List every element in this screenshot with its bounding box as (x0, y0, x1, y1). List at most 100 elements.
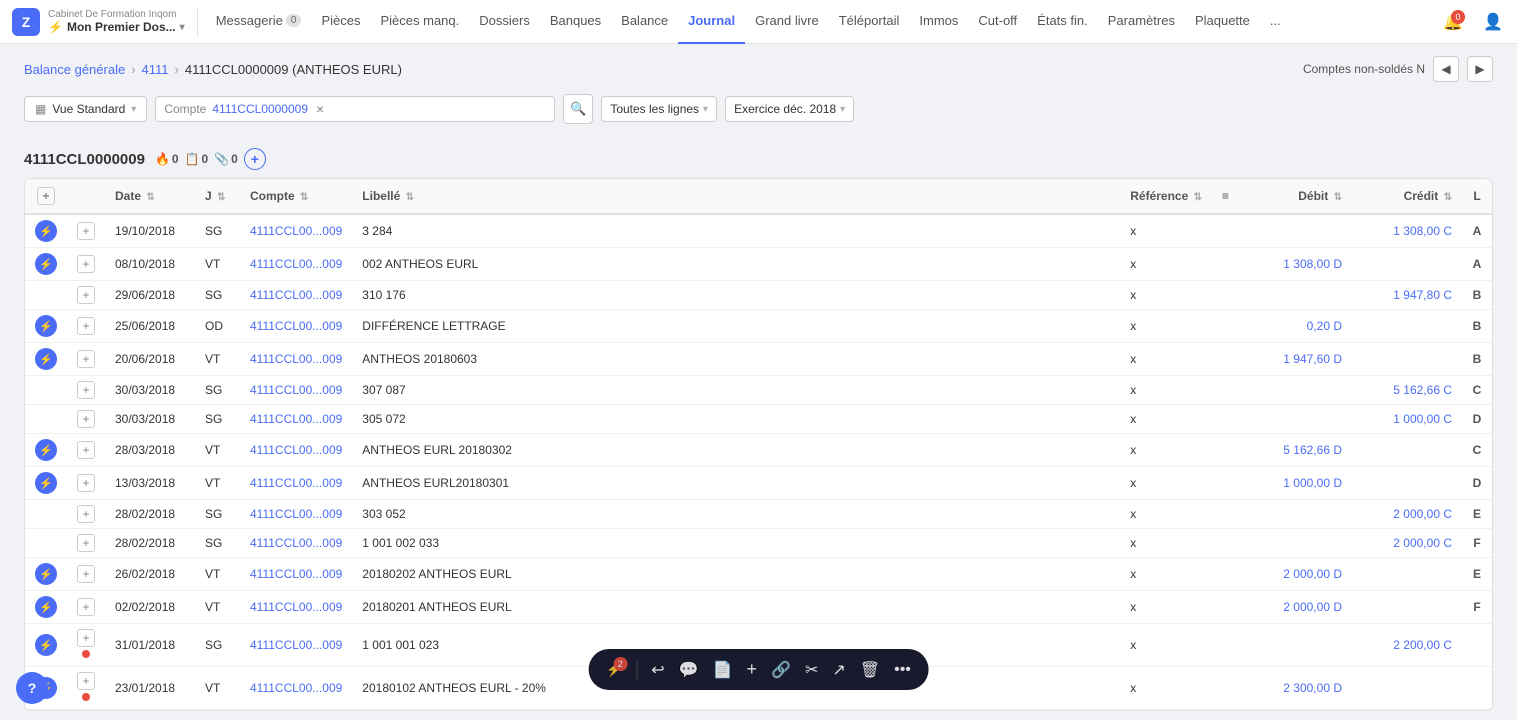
lightning-button[interactable]: ⚡ (35, 348, 57, 370)
lightning-button[interactable]: ⚡ (35, 253, 57, 275)
row-date[interactable]: 08/10/2018 (105, 248, 195, 281)
row-date[interactable]: 02/02/2018 (105, 591, 195, 624)
row-date[interactable]: 29/06/2018 (105, 281, 195, 310)
bottom-delete-button[interactable]: 🗑 (860, 660, 880, 680)
bottom-expand-button[interactable]: ↗ (832, 660, 845, 680)
col-header-libelle[interactable]: Libellé ⇅ (352, 179, 1120, 214)
row-date[interactable]: 28/02/2018 (105, 529, 195, 558)
exercice-select[interactable]: Exercice déc. 2018 ▾ (725, 96, 854, 122)
breadcrumb-4111[interactable]: 4111 (142, 62, 169, 77)
col-header-credit[interactable]: Crédit ⇅ (1352, 179, 1462, 214)
row-plus-button[interactable]: + (77, 381, 95, 399)
nav-dossiers[interactable]: Dossiers (469, 0, 540, 44)
nav-cut-off[interactable]: Cut-off (968, 0, 1027, 44)
row-plus-button[interactable]: + (77, 629, 95, 647)
breadcrumb-balance-generale[interactable]: Balance générale (24, 62, 125, 77)
lightning-button[interactable]: ⚡ (35, 563, 57, 585)
nav-plaquette[interactable]: Plaquette (1185, 0, 1260, 44)
next-account-button[interactable]: ▶ (1467, 56, 1493, 82)
col-header-compte[interactable]: Compte ⇅ (240, 179, 352, 214)
row-compte[interactable]: 4111CCL00...009 (240, 310, 352, 343)
bottom-undo-button[interactable]: ↩ (651, 660, 664, 680)
nav-teleportail[interactable]: Téléportail (829, 0, 910, 44)
nav-balance[interactable]: Balance (611, 0, 678, 44)
nav-immos[interactable]: Immos (909, 0, 968, 44)
row-plus-button[interactable]: + (77, 505, 95, 523)
col-header-date[interactable]: Date ⇅ (105, 179, 195, 214)
row-compte[interactable]: 4111CCL00...009 (240, 624, 352, 667)
lightning-button[interactable]: ⚡ (35, 220, 57, 242)
row-compte[interactable]: 4111CCL00...009 (240, 405, 352, 434)
nav-messagerie[interactable]: Messagerie 0 (206, 0, 312, 44)
row-compte[interactable]: 4111CCL00...009 (240, 281, 352, 310)
row-plus-button[interactable]: + (77, 441, 95, 459)
row-plus-button[interactable]: + (77, 255, 95, 273)
logo-area[interactable]: Z Cabinet De Formation Inqom ⚡ Mon Premi… (8, 8, 198, 36)
notification-button[interactable]: 🔔 0 (1437, 6, 1469, 38)
row-plus-button[interactable]: + (77, 474, 95, 492)
row-plus-button[interactable]: + (77, 672, 95, 690)
nav-pieces[interactable]: Pièces (311, 0, 370, 44)
row-compte[interactable]: 4111CCL00...009 (240, 376, 352, 405)
nav-grand-livre[interactable]: Grand livre (745, 0, 829, 44)
row-compte[interactable]: 4111CCL00...009 (240, 214, 352, 248)
add-action-button[interactable]: + (244, 148, 266, 170)
row-date[interactable]: 19/10/2018 (105, 214, 195, 248)
bottom-add-button[interactable]: + (747, 659, 758, 680)
nav-journal[interactable]: Journal (678, 0, 745, 44)
row-date[interactable]: 28/02/2018 (105, 500, 195, 529)
row-plus-button[interactable]: + (77, 317, 95, 335)
row-date[interactable]: 31/01/2018 (105, 624, 195, 667)
col-header-reference[interactable]: Référence ⇅ (1120, 179, 1212, 214)
row-date[interactable]: 30/03/2018 (105, 376, 195, 405)
row-date[interactable]: 23/01/2018 (105, 667, 195, 710)
lightning-button[interactable]: ⚡ (35, 596, 57, 618)
nav-more[interactable]: ... (1260, 0, 1291, 44)
row-plus-button[interactable]: + (77, 565, 95, 583)
row-compte[interactable]: 4111CCL00...009 (240, 558, 352, 591)
clear-compte-button[interactable]: × (316, 101, 324, 117)
lightning-button[interactable]: ⚡ (35, 439, 57, 461)
row-date[interactable]: 13/03/2018 (105, 467, 195, 500)
col-header-j[interactable]: J ⇅ (195, 179, 240, 214)
row-date[interactable]: 26/02/2018 (105, 558, 195, 591)
row-plus-button[interactable]: + (77, 286, 95, 304)
row-date[interactable]: 28/03/2018 (105, 434, 195, 467)
lightning-button[interactable]: ⚡ (35, 315, 57, 337)
row-compte[interactable]: 4111CCL00...009 (240, 434, 352, 467)
add-row-button[interactable]: + (37, 187, 55, 205)
nav-etats-fin[interactable]: États fin. (1027, 0, 1098, 44)
col-header-debit[interactable]: Débit ⇅ (1242, 179, 1352, 214)
row-date[interactable]: 25/06/2018 (105, 310, 195, 343)
prev-account-button[interactable]: ◀ (1433, 56, 1459, 82)
nav-banques[interactable]: Banques (540, 0, 611, 44)
row-compte[interactable]: 4111CCL00...009 (240, 248, 352, 281)
help-button[interactable]: ? (16, 672, 48, 704)
row-plus-button[interactable]: + (77, 410, 95, 428)
row-compte[interactable]: 4111CCL00...009 (240, 500, 352, 529)
vue-standard-button[interactable]: ▦ Vue Standard ▾ (24, 96, 147, 122)
row-compte[interactable]: 4111CCL00...009 (240, 667, 352, 710)
lightning-button[interactable]: ⚡ (35, 472, 57, 494)
bottom-scissors-button[interactable]: ✂ (805, 660, 818, 680)
user-avatar[interactable]: 👤 (1477, 6, 1509, 38)
nav-parametres[interactable]: Paramètres (1098, 0, 1185, 44)
row-date[interactable]: 20/06/2018 (105, 343, 195, 376)
lightning-button[interactable]: ⚡ (35, 634, 57, 656)
row-plus-button[interactable]: + (77, 534, 95, 552)
row-compte[interactable]: 4111CCL00...009 (240, 529, 352, 558)
bottom-more-button[interactable]: ••• (894, 661, 911, 679)
row-plus-button[interactable]: + (77, 598, 95, 616)
row-date[interactable]: 30/03/2018 (105, 405, 195, 434)
row-compte[interactable]: 4111CCL00...009 (240, 467, 352, 500)
bottom-badge-button[interactable]: ⚡ 2 (606, 662, 622, 678)
row-compte[interactable]: 4111CCL00...009 (240, 591, 352, 624)
bottom-doc-button[interactable]: 📄 (713, 660, 733, 680)
col-header-filter[interactable]: ≡ (1212, 179, 1242, 214)
row-plus-button[interactable]: + (77, 222, 95, 240)
nav-pieces-manq[interactable]: Pièces manq. (370, 0, 469, 44)
lines-select[interactable]: Toutes les lignes ▾ (601, 96, 717, 122)
bottom-link-button[interactable]: 🔗 (771, 660, 791, 680)
row-plus-button[interactable]: + (77, 350, 95, 368)
search-button[interactable]: 🔍 (563, 94, 593, 124)
